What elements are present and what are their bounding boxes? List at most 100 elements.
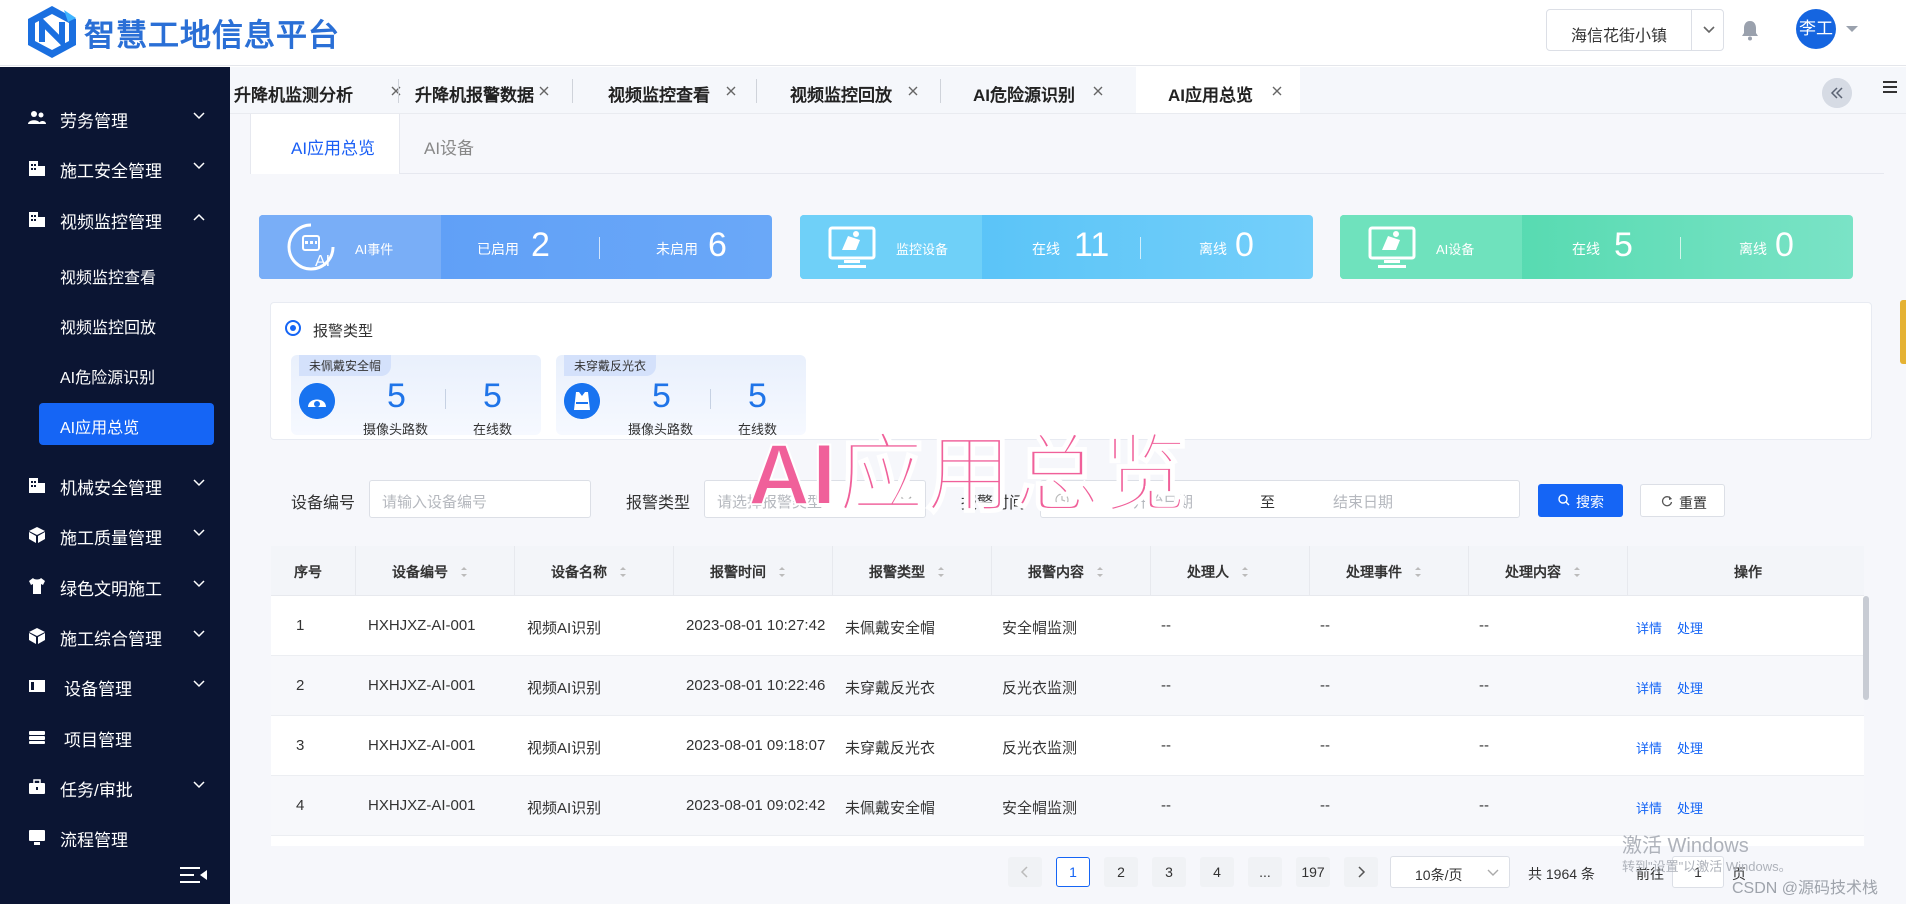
alarm-table: 序号 设备编号 设备名称 报警时间 报警类型 报警内容 处理人 处理事件 处理内… [271, 546, 1864, 846]
alarm-type-heading: 报警类型 [313, 323, 374, 340]
page-size-select[interactable]: 10条/页 [1390, 856, 1510, 888]
monitor-icon [29, 830, 45, 845]
detail-link[interactable]: 详情 [1636, 678, 1662, 697]
cell-device-name: 视频AI识别 [527, 620, 602, 637]
close-icon[interactable] [1092, 85, 1104, 97]
sidebar-subitem-video-playback[interactable]: 视频监控回放 [60, 304, 230, 344]
th-label: 操作 [1734, 564, 1762, 580]
th-no: 序号 [271, 546, 356, 596]
cell-device-name: 视频AI识别 [527, 800, 602, 817]
sort-icon[interactable] [778, 565, 786, 579]
cell-alarm-content: 安全帽监测 [1002, 800, 1078, 817]
site-select[interactable]: 海信花街小镇 [1546, 9, 1724, 51]
th-label: 处理事件 [1346, 564, 1402, 580]
sidebar-item-construction-safety[interactable]: 施工安全管理 [0, 147, 230, 187]
subtab-ai-overview[interactable]: AI应用总览 [250, 114, 400, 174]
sidebar-item-project[interactable]: 项目管理 [0, 716, 230, 756]
th-handle-event[interactable]: 处理事件 [1310, 546, 1469, 596]
sort-icon[interactable] [937, 565, 945, 579]
close-icon[interactable] [538, 85, 550, 97]
close-icon[interactable] [725, 85, 737, 97]
page-button-1[interactable]: 1 [1056, 857, 1090, 887]
edge-handle[interactable] [1900, 300, 1906, 364]
th-alarm-content[interactable]: 报警内容 [992, 546, 1151, 596]
sort-icon[interactable] [619, 565, 627, 579]
bell-icon[interactable] [1738, 18, 1762, 42]
cube-icon [29, 628, 45, 644]
tab-video-playback[interactable]: 视频监控回放 [756, 67, 940, 113]
sidebar-item-green-construction[interactable]: 绿色文明施工 [0, 565, 230, 605]
building-icon [29, 478, 45, 493]
cell-alarm-type: 未佩戴安全帽 [845, 620, 936, 637]
tab-lift-alarm[interactable]: 升降机报警数据 [398, 67, 578, 113]
handle-link[interactable]: 处理 [1677, 738, 1703, 757]
chevron-down-icon[interactable] [1699, 19, 1719, 39]
chevron-right-icon [1358, 866, 1366, 878]
sort-icon[interactable] [1414, 565, 1422, 579]
device-no-input[interactable]: 请输入设备编号 [369, 480, 591, 518]
cell-handle-event: -- [1320, 797, 1330, 814]
sidebar-item-process[interactable]: 流程管理 [0, 816, 230, 856]
th-alarm-time[interactable]: 报警时间 [674, 546, 833, 596]
sidebar-item-quality[interactable]: 施工质量管理 [0, 514, 230, 554]
tab-video-view[interactable]: 视频监控查看 [572, 67, 756, 113]
detail-link[interactable]: 详情 [1636, 618, 1662, 637]
cell-handler: -- [1161, 617, 1171, 634]
th-device-no[interactable]: 设备编号 [356, 546, 515, 596]
th-label: 设备编号 [392, 564, 448, 580]
next-page-button[interactable] [1344, 857, 1378, 887]
close-icon[interactable] [907, 85, 919, 97]
prev-page-button[interactable] [1008, 857, 1042, 887]
table-scrollbar[interactable] [1863, 596, 1869, 700]
tab-lift-analysis[interactable]: 升降机监测分析 [230, 67, 401, 113]
detail-link[interactable]: 详情 [1636, 798, 1662, 817]
sidebar-item-labor[interactable]: 劳务管理 [0, 97, 230, 137]
th-handle-content[interactable]: 处理内容 [1469, 546, 1628, 596]
sidebar-subitem-video-view[interactable]: 视频监控查看 [60, 254, 230, 294]
collapse-menu-icon[interactable] [180, 865, 208, 885]
sidebar-item-tasks[interactable]: 任务/审批 [0, 766, 230, 806]
end-date-placeholder[interactable]: 结束日期 [1333, 491, 1393, 512]
sidebar-item-video-monitoring[interactable]: 视频监控管理 [0, 198, 230, 238]
page-button-4[interactable]: 4 [1200, 857, 1234, 887]
table-row: 3 HXHJXZ-AI-001 视频AI识别 2023-08-01 09:18:… [271, 716, 1864, 776]
subtab-ai-device[interactable]: AI设备 [410, 114, 500, 174]
sidebar-item-machinery-safety[interactable]: 机械安全管理 [0, 464, 230, 504]
sidebar-item-label: 施工综合管理 [60, 630, 162, 649]
sidebar-item-comprehensive[interactable]: 施工综合管理 [0, 615, 230, 655]
monitor-camera-icon [828, 226, 876, 268]
sidebar-subitem-ai-hazard[interactable]: AI危险源识别 [60, 354, 230, 394]
th-label: 处理内容 [1505, 564, 1561, 580]
page-button-3[interactable]: 3 [1152, 857, 1186, 887]
double-chevron-left-icon[interactable] [1822, 78, 1852, 108]
th-handler[interactable]: 处理人 [1151, 546, 1310, 596]
handle-link[interactable]: 处理 [1677, 618, 1703, 637]
stat-card-ai-devices: AI设备 在线 5 离线 0 [1340, 215, 1853, 279]
sidebar-subitem-ai-overview[interactable]: AI应用总览 [39, 403, 214, 445]
menu-icon[interactable] [1882, 79, 1898, 95]
user-avatar[interactable]: 李工 [1796, 9, 1836, 49]
close-icon[interactable] [1271, 85, 1283, 97]
content-subtabs: AI应用总览 AI设备 [250, 114, 1884, 174]
tab-ai-hazard[interactable]: AI危险源识别 [940, 67, 1124, 113]
sidebar-item-device[interactable]: 设备管理 [0, 665, 230, 705]
page-ellipsis[interactable]: ... [1248, 857, 1282, 887]
search-button[interactable]: 搜索 [1538, 484, 1623, 517]
sort-icon[interactable] [460, 565, 468, 579]
page-button-last[interactable]: 197 [1296, 857, 1330, 887]
page-button-2[interactable]: 2 [1104, 857, 1138, 887]
sort-icon[interactable] [1573, 565, 1581, 579]
sort-icon[interactable] [1241, 565, 1249, 579]
handle-link[interactable]: 处理 [1677, 798, 1703, 817]
handle-link[interactable]: 处理 [1677, 678, 1703, 697]
cell-device-name: 视频AI识别 [527, 680, 602, 697]
th-device-name[interactable]: 设备名称 [515, 546, 674, 596]
cell-handle-content: -- [1479, 677, 1489, 694]
caret-down-icon[interactable] [1844, 23, 1860, 35]
reset-button[interactable]: 重置 [1640, 484, 1725, 517]
detail-link[interactable]: 详情 [1636, 738, 1662, 757]
tab-ai-overview[interactable]: AI应用总览 [1136, 67, 1300, 113]
sort-icon[interactable] [1096, 565, 1104, 579]
card-segment-label: 已启用 [477, 241, 519, 257]
th-alarm-type[interactable]: 报警类型 [833, 546, 992, 596]
